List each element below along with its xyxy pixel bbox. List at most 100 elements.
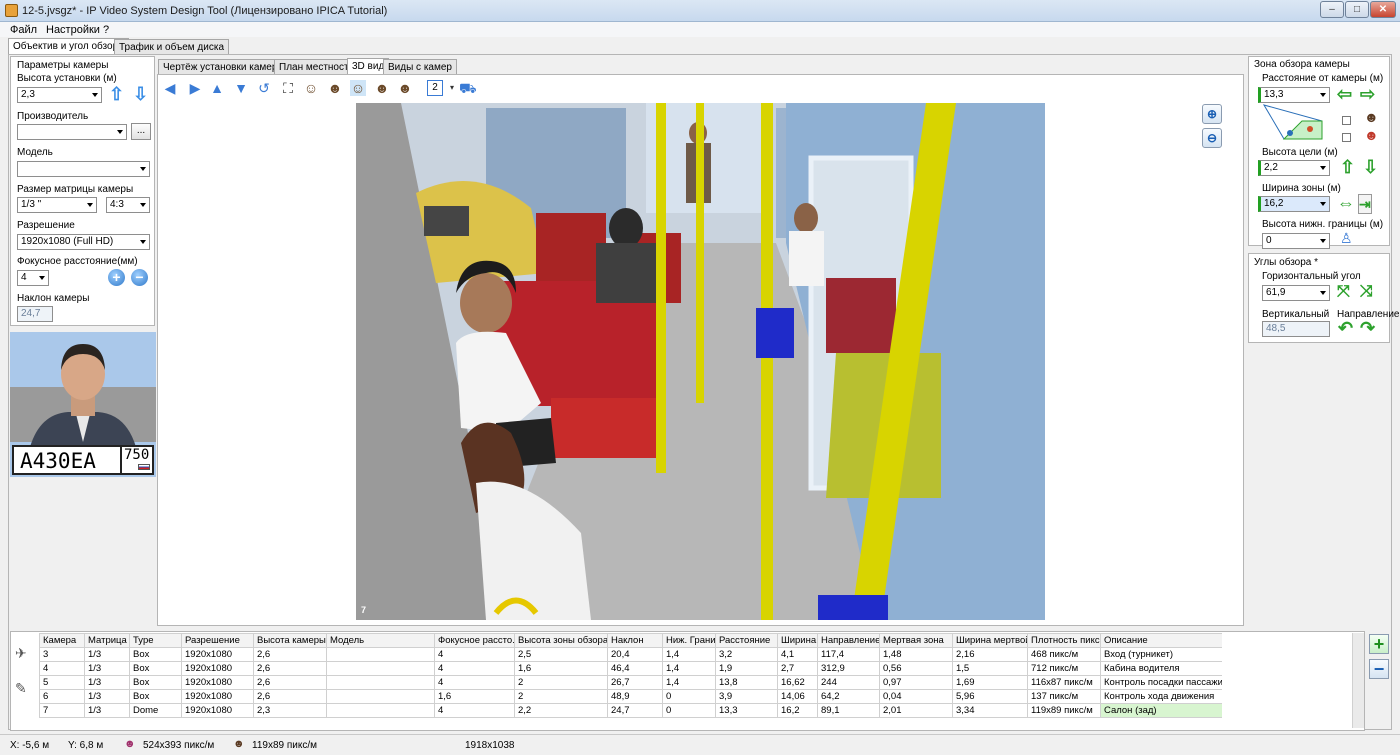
table-cell[interactable]: 1/3 [84, 675, 130, 690]
zone-width-combo[interactable]: 16,2 [1258, 196, 1330, 212]
table-cell[interactable]: 20,4 [607, 647, 663, 662]
table-cell[interactable]: 0 [662, 689, 716, 704]
table-cell[interactable]: 1920x1080 [181, 703, 254, 718]
maximize-button[interactable]: □ [1345, 1, 1369, 18]
table-cell[interactable]: Box [129, 689, 182, 704]
table-cell[interactable]: 1,4 [662, 661, 716, 676]
camera-list-icon[interactable]: ✈ [15, 645, 27, 662]
table-cell[interactable] [326, 647, 435, 662]
person-dark-icon[interactable]: ☻ [397, 80, 413, 96]
show-person-checkbox[interactable] [1342, 116, 1351, 125]
table-cell[interactable]: 0,56 [879, 661, 953, 676]
lower-bound-person-icon[interactable]: ♙ [1340, 230, 1353, 247]
table-cell[interactable]: 16,2 [777, 703, 818, 718]
fit-view-icon[interactable]: ⛶ [280, 80, 296, 96]
table-cell[interactable]: Салон (зад) [1100, 703, 1222, 718]
target-height-combo[interactable]: 2,2 [1258, 160, 1330, 176]
zoom-out-icon[interactable]: ⊖ [1202, 128, 1222, 148]
distance-increase-icon[interactable]: ⇨ [1360, 85, 1375, 103]
table-cell[interactable]: Box [129, 661, 182, 676]
table-cell[interactable]: 1,48 [879, 647, 953, 662]
rotate-icon[interactable]: ↺ [256, 80, 272, 96]
column-header[interactable]: Ниж. Граница [662, 633, 716, 648]
manufacturer-combo[interactable] [17, 124, 127, 140]
table-cell[interactable]: 137 пикс/м [1027, 689, 1101, 704]
angle-narrow-icon[interactable]: ⤨ [1360, 283, 1373, 301]
table-cell[interactable]: 0,97 [879, 675, 953, 690]
table-cell[interactable]: 2,6 [253, 675, 327, 690]
add-camera-button[interactable]: + [1369, 634, 1389, 654]
table-row[interactable]: 7 1/3 Dome 1920x1080 2,3 4 2,2 24,7 0 13,3 16,2 89,… [39, 703, 1222, 718]
distance-combo[interactable]: 13,3 [1258, 87, 1330, 103]
target-height-up-icon[interactable]: ⇧ [1340, 158, 1355, 176]
table-cell[interactable]: 1,6 [434, 689, 515, 704]
column-header[interactable]: Высота камеры [253, 633, 327, 648]
table-cell[interactable]: 64,2 [817, 689, 880, 704]
table-cell[interactable]: 2,3 [253, 703, 327, 718]
table-cell[interactable]: Dome [129, 703, 182, 718]
table-cell[interactable]: 1/3 [84, 703, 130, 718]
table-cell[interactable]: 2,5 [514, 647, 608, 662]
show-female-checkbox[interactable] [1342, 133, 1351, 142]
close-button[interactable]: ✕ [1370, 1, 1396, 18]
table-cell[interactable]: 3,34 [952, 703, 1028, 718]
table-cell[interactable]: 4 [434, 675, 515, 690]
lower-bound-combo[interactable]: 0 [1262, 233, 1330, 249]
table-cell[interactable]: 14,06 [777, 689, 818, 704]
column-header[interactable]: Фокусное рассто... [434, 633, 515, 648]
table-cell[interactable]: 2 [514, 675, 608, 690]
person-scene-icon[interactable]: ☺ [350, 80, 366, 96]
table-cell[interactable]: 7 [39, 703, 85, 718]
table-row[interactable]: 5 1/3 Box 1920x1080 2,6 4 2 26,7 1,4 13,8 16,62 244… [39, 675, 1222, 690]
nav-up-icon[interactable]: ▲ [209, 80, 225, 96]
vert-angle-field[interactable]: 48,5 [1262, 321, 1330, 337]
table-cell[interactable]: 312,9 [817, 661, 880, 676]
table-cell[interactable]: 2,6 [253, 689, 327, 704]
table-cell[interactable]: 2,01 [879, 703, 953, 718]
rotate-right-icon[interactable]: ↷ [1360, 319, 1375, 337]
table-cell[interactable]: 1/3 [84, 689, 130, 704]
table-cell[interactable]: 116x87 пикс/м [1027, 675, 1101, 690]
remove-camera-button[interactable]: − [1369, 659, 1389, 679]
table-cell[interactable]: 46,4 [607, 661, 663, 676]
table-cell[interactable]: 1,5 [952, 661, 1028, 676]
table-cell[interactable]: 6 [39, 689, 85, 704]
table-cell[interactable]: 4 [434, 703, 515, 718]
height-combo[interactable]: 2,3 [17, 87, 102, 103]
table-cell[interactable]: 4,1 [777, 647, 818, 662]
rotate-left-icon[interactable]: ↶ [1338, 319, 1353, 337]
table-cell[interactable]: 712 пикс/м [1027, 661, 1101, 676]
table-scrollbar[interactable] [1352, 633, 1364, 728]
column-header[interactable]: Наклон [607, 633, 663, 648]
table-cell[interactable]: 1/3 [84, 647, 130, 662]
table-cell[interactable]: 1,69 [952, 675, 1028, 690]
menu-file[interactable]: Файл [10, 24, 37, 36]
table-cell[interactable]: 3 [39, 647, 85, 662]
target-height-down-icon[interactable]: ⇩ [1363, 158, 1378, 176]
menu-help[interactable]: ? [103, 24, 109, 36]
table-row[interactable]: 3 1/3 Box 1920x1080 2,6 4 2,5 20,4 1,4 3,2 4,1 117,… [39, 647, 1222, 662]
column-header[interactable]: Описание [1100, 633, 1222, 648]
table-cell[interactable]: 2,6 [253, 647, 327, 662]
table-row[interactable]: 6 1/3 Box 1920x1080 2,6 1,6 2 48,9 0 3,9 14,06 64,2… [39, 689, 1222, 704]
table-cell[interactable]: 2 [514, 689, 608, 704]
column-header[interactable]: Камера [39, 633, 85, 648]
table-cell[interactable]: 1920x1080 [181, 689, 254, 704]
layout-dropdown-icon[interactable]: ▾ [444, 80, 460, 96]
column-header[interactable]: Type [129, 633, 182, 648]
table-cell[interactable] [326, 675, 435, 690]
table-cell[interactable]: 468 пикс/м [1027, 647, 1101, 662]
zoom-in-focal-icon[interactable]: + [108, 269, 125, 286]
table-cell[interactable]: 26,7 [607, 675, 663, 690]
column-header[interactable]: Разрешение [181, 633, 254, 648]
table-cell[interactable]: 2,6 [253, 661, 327, 676]
tab-camera-views[interactable]: Виды с камер [383, 59, 457, 75]
pen-tool-icon[interactable]: ✎ [15, 680, 27, 697]
person-full-icon[interactable]: ☻ [327, 80, 343, 96]
table-cell[interactable]: 89,1 [817, 703, 880, 718]
table-cell[interactable] [326, 661, 435, 676]
tab-install-drawing[interactable]: Чертёж установки камеры [158, 59, 290, 75]
table-cell[interactable]: 0,04 [879, 689, 953, 704]
table-cell[interactable]: 2,7 [777, 661, 818, 676]
table-row[interactable]: 4 1/3 Box 1920x1080 2,6 4 1,6 46,4 1,4 1,9 2,7 312,… [39, 661, 1222, 676]
